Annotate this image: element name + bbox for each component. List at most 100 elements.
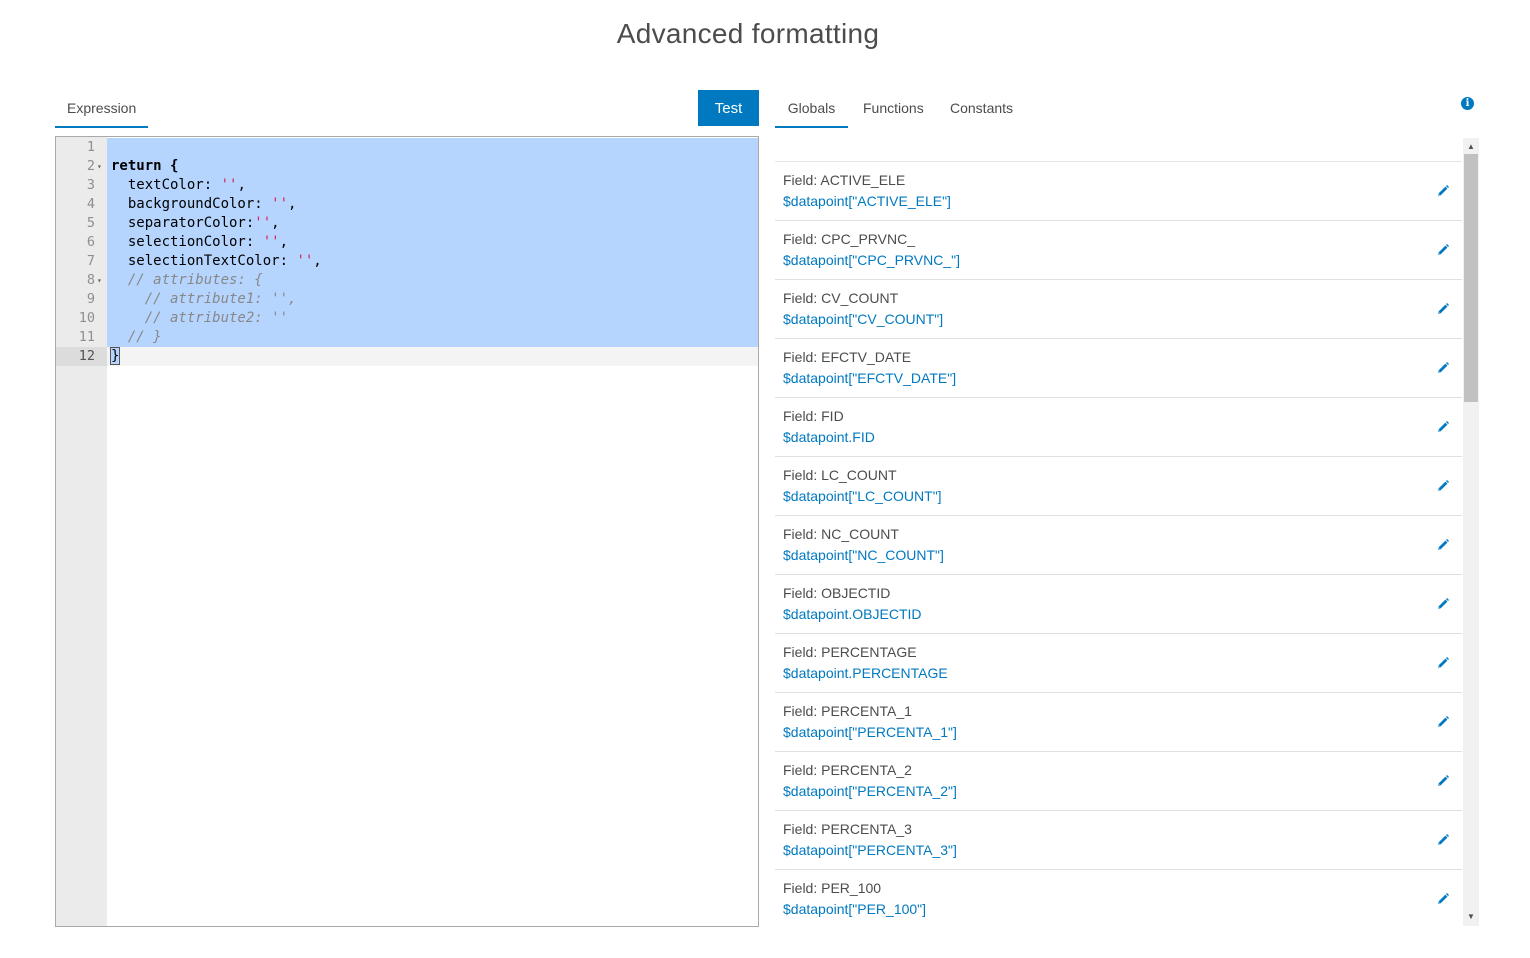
fold-arrow-icon[interactable]: ▾ bbox=[97, 271, 105, 290]
global-field-label: Field: PERCENTA_3 bbox=[783, 821, 912, 837]
global-item[interactable]: Field: PERCENTAGE $datapoint.PERCENTAGE bbox=[775, 634, 1462, 693]
global-item[interactable]: Field: OBJECTID $datapoint.OBJECTID bbox=[775, 575, 1462, 634]
global-field-label: Field: EFCTV_DATE bbox=[783, 349, 912, 365]
advanced-formatting-page: Advanced formatting Expression Test 1 2 ▾ r… bbox=[0, 0, 1530, 958]
tab-functions[interactable]: Functions bbox=[851, 90, 936, 128]
code-line[interactable]: 8 ▾ // attributes: { bbox=[56, 271, 758, 290]
code-line[interactable]: 12} bbox=[56, 347, 758, 366]
pencil-icon[interactable] bbox=[1436, 597, 1450, 611]
global-item[interactable]: Field: PERCENTA_2 $datapoint["PERCENTA_2"… bbox=[775, 752, 1462, 811]
code-text: return { bbox=[111, 157, 178, 176]
code-comment: // attribute2: '' bbox=[111, 310, 289, 326]
code-line[interactable]: 1 bbox=[56, 138, 758, 157]
active-line-highlight bbox=[107, 347, 758, 366]
code-line[interactable]: 3 textColor: '', bbox=[56, 176, 758, 195]
tab-globals[interactable]: Globals bbox=[775, 90, 848, 128]
global-field-expression[interactable]: $datapoint["EFCTV_DATE"] bbox=[783, 370, 956, 386]
code-lines[interactable]: 1 2 ▾ return {3 textColor: '', 4 backgroundC… bbox=[56, 138, 758, 366]
code-token: , bbox=[288, 196, 297, 212]
pencil-icon[interactable] bbox=[1436, 892, 1450, 906]
code-text: // attribute1: '', bbox=[111, 290, 297, 309]
line-number: 10 bbox=[78, 310, 95, 326]
global-item[interactable]: Field: CV_COUNT $datapoint["CV_COUNT"] bbox=[775, 280, 1462, 339]
global-field-label: Field: NC_COUNT bbox=[783, 526, 899, 542]
code-line[interactable]: 11 // } bbox=[56, 328, 758, 347]
global-field-expression[interactable]: $datapoint["PER_100"] bbox=[783, 901, 926, 917]
scroll-thumb[interactable] bbox=[1464, 154, 1478, 402]
pencil-icon[interactable] bbox=[1436, 715, 1450, 729]
global-field-expression[interactable]: $datapoint["NC_COUNT"] bbox=[783, 547, 944, 563]
global-field-label: Field: CPC_PRVNC_ bbox=[783, 231, 916, 247]
code-token: , bbox=[271, 215, 280, 231]
scroll-up-arrow-icon[interactable]: ▲ bbox=[1463, 140, 1479, 154]
code-token: , bbox=[279, 234, 289, 250]
global-item[interactable]: Field: PER_100 $datapoint["PER_100"] bbox=[775, 870, 1462, 926]
code-line[interactable]: 5 separatorColor:'', bbox=[56, 214, 758, 233]
global-item[interactable]: Field: EFCTV_DATE $datapoint["EFCTV_DATE"… bbox=[775, 339, 1462, 398]
tab-constants[interactable]: Constants bbox=[938, 90, 1025, 128]
global-field-expression[interactable]: $datapoint.OBJECTID bbox=[783, 606, 922, 622]
global-field-expression[interactable]: $datapoint["LC_COUNT"] bbox=[783, 488, 942, 504]
global-field-expression[interactable]: $datapoint.PERCENTAGE bbox=[783, 665, 948, 681]
code-line[interactable]: 10 // attribute2: '' bbox=[56, 309, 758, 328]
globals-scrollbar[interactable]: ▲ ▼ bbox=[1463, 138, 1479, 926]
global-field-expression[interactable]: $datapoint["PERCENTA_1"] bbox=[783, 724, 957, 740]
line-number: 11 bbox=[78, 329, 95, 345]
code-text: separatorColor:'', bbox=[111, 214, 280, 233]
line-number: 2 bbox=[86, 158, 95, 174]
pencil-icon[interactable] bbox=[1436, 538, 1450, 552]
code-line[interactable]: 7 selectionTextColor: '', bbox=[56, 252, 758, 271]
line-number: 8 bbox=[86, 272, 95, 288]
line-number: 4 bbox=[86, 196, 95, 212]
pencil-icon[interactable] bbox=[1436, 656, 1450, 670]
code-comment: // attribute1: '', bbox=[111, 291, 297, 307]
global-field-expression[interactable]: $datapoint["CPC_PRVNC_"] bbox=[783, 252, 960, 268]
global-item[interactable]: Field: FID $datapoint.FID bbox=[775, 398, 1462, 457]
tab-expression[interactable]: Expression bbox=[55, 90, 148, 128]
code-token: separatorColor: bbox=[111, 215, 255, 231]
global-field-label: Field: LC_COUNT bbox=[783, 467, 897, 483]
selection-highlight bbox=[107, 328, 758, 347]
code-line[interactable]: 2 ▾ return { bbox=[56, 157, 758, 176]
code-token: textColor: bbox=[111, 177, 221, 193]
code-line[interactable]: 9 // attribute1: '', bbox=[56, 290, 758, 309]
code-token: selectionColor: bbox=[111, 234, 263, 250]
pencil-icon[interactable] bbox=[1436, 479, 1450, 493]
pencil-icon[interactable] bbox=[1436, 833, 1450, 847]
global-field-expression[interactable]: $datapoint.FID bbox=[783, 429, 875, 445]
globals-list: Field: ACTIVE_ELE $datapoint["ACTIVE_ELE"… bbox=[775, 161, 1462, 926]
code-text: // } bbox=[111, 328, 162, 347]
global-field-label: Field: CV_COUNT bbox=[783, 290, 899, 306]
info-icon[interactable]: i bbox=[1461, 97, 1474, 110]
global-item[interactable]: Field: ACTIVE_ELE $datapoint["ACTIVE_ELE"… bbox=[775, 162, 1462, 221]
line-number: 12 bbox=[78, 348, 95, 364]
line-number: 5 bbox=[86, 215, 95, 231]
code-text: // attribute2: '' bbox=[111, 309, 288, 328]
selection-highlight bbox=[107, 138, 758, 157]
global-field-expression[interactable]: $datapoint["ACTIVE_ELE"] bbox=[783, 193, 951, 209]
test-button[interactable]: Test bbox=[698, 90, 759, 126]
line-number: 7 bbox=[86, 253, 95, 269]
pencil-icon[interactable] bbox=[1436, 774, 1450, 788]
global-item[interactable]: Field: CPC_PRVNC_ $datapoint["CPC_PRVNC_"… bbox=[775, 221, 1462, 280]
pencil-icon[interactable] bbox=[1436, 361, 1450, 375]
global-field-expression[interactable]: $datapoint["PERCENTA_2"] bbox=[783, 783, 957, 799]
global-item[interactable]: Field: PERCENTA_3 $datapoint["PERCENTA_3"… bbox=[775, 811, 1462, 870]
pencil-icon[interactable] bbox=[1436, 243, 1450, 257]
pencil-icon[interactable] bbox=[1436, 184, 1450, 198]
line-number: 9 bbox=[86, 291, 95, 307]
fold-arrow-icon[interactable]: ▾ bbox=[97, 157, 105, 176]
pencil-icon[interactable] bbox=[1436, 420, 1450, 434]
code-line[interactable]: 4 backgroundColor: '', bbox=[56, 195, 758, 214]
global-item[interactable]: Field: LC_COUNT $datapoint["LC_COUNT"] bbox=[775, 457, 1462, 516]
code-token: } bbox=[109, 347, 121, 365]
code-line[interactable]: 6 selectionColor: '', bbox=[56, 233, 758, 252]
line-number: 3 bbox=[86, 177, 95, 193]
global-field-expression[interactable]: $datapoint["PERCENTA_3"] bbox=[783, 842, 957, 858]
pencil-icon[interactable] bbox=[1436, 302, 1450, 316]
global-item[interactable]: Field: PERCENTA_1 $datapoint["PERCENTA_1"… bbox=[775, 693, 1462, 752]
scroll-down-arrow-icon[interactable]: ▼ bbox=[1463, 910, 1479, 924]
code-editor[interactable]: 1 2 ▾ return {3 textColor: '', 4 backgroundC… bbox=[55, 136, 759, 927]
global-item[interactable]: Field: NC_COUNT $datapoint["NC_COUNT"] bbox=[775, 516, 1462, 575]
global-field-expression[interactable]: $datapoint["CV_COUNT"] bbox=[783, 311, 943, 327]
